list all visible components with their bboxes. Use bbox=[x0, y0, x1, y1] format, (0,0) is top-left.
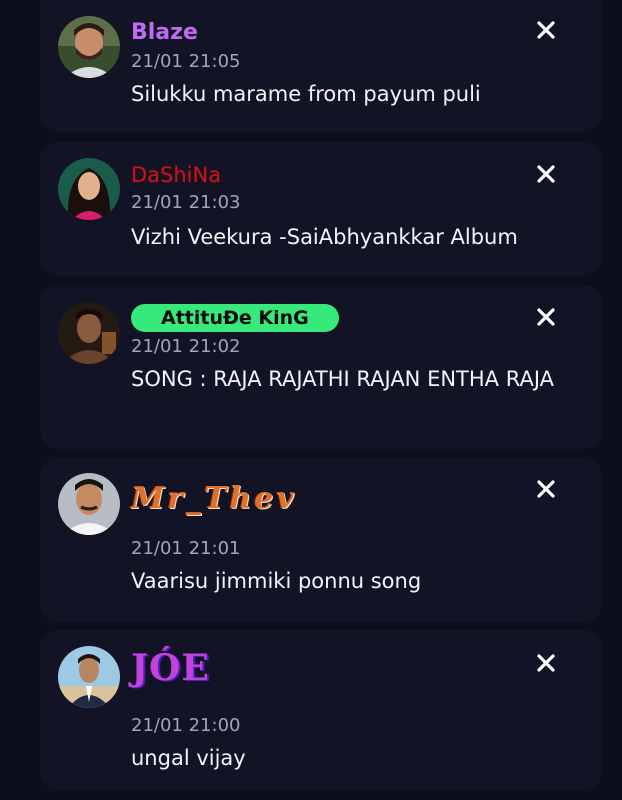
request-card: JÓE 21/01 21:00 ungal vijay bbox=[40, 630, 602, 790]
avatar-woman-icon[interactable] bbox=[58, 158, 120, 220]
timestamp: 21/01 21:03 bbox=[131, 192, 241, 213]
avatar-man-beard-icon[interactable] bbox=[58, 16, 120, 78]
request-message: SONG : RAJA RAJATHI RAJAN ENTHA RAJA bbox=[131, 367, 555, 391]
close-icon[interactable] bbox=[532, 649, 560, 677]
request-message: ungal vijay bbox=[131, 746, 246, 770]
avatar-man-suit-icon[interactable] bbox=[58, 646, 120, 708]
close-icon[interactable] bbox=[532, 160, 560, 188]
username[interactable]: Mr_Thev bbox=[131, 484, 297, 514]
username-badge[interactable]: AttituĐe KinG bbox=[131, 304, 339, 332]
timestamp: 21/01 21:00 bbox=[131, 715, 241, 736]
username[interactable]: Blaze bbox=[131, 20, 198, 46]
close-icon[interactable] bbox=[532, 475, 560, 503]
song-request-feed: Blaze 21/01 21:05 Silukku marame from pa… bbox=[0, 0, 622, 800]
request-card: DaShiNa 21/01 21:03 Vizhi Veekura -SaiAb… bbox=[40, 142, 602, 276]
request-card: Blaze 21/01 21:05 Silukku marame from pa… bbox=[40, 0, 602, 132]
username[interactable]: DaShiNa bbox=[131, 162, 221, 188]
close-icon[interactable] bbox=[532, 16, 560, 44]
request-message: Silukku marame from payum puli bbox=[131, 82, 481, 106]
request-card: AttituĐe KinG 21/01 21:02 SONG : RAJA RA… bbox=[40, 285, 602, 449]
request-message: Vaarisu jimmiki ponnu song bbox=[131, 569, 422, 593]
timestamp: 21/01 21:02 bbox=[131, 336, 241, 357]
avatar-man-dark-icon[interactable] bbox=[58, 302, 120, 364]
avatar-man-mustache-icon[interactable] bbox=[58, 473, 120, 535]
username[interactable]: JÓE bbox=[131, 650, 210, 686]
timestamp: 21/01 21:05 bbox=[131, 51, 241, 72]
timestamp: 21/01 21:01 bbox=[131, 538, 241, 559]
request-message: Vizhi Veekura -SaiAbhyankkar Album bbox=[131, 225, 518, 249]
close-icon[interactable] bbox=[532, 303, 560, 331]
request-card: Mr_Thev 21/01 21:01 Vaarisu jimmiki ponn… bbox=[40, 458, 602, 622]
